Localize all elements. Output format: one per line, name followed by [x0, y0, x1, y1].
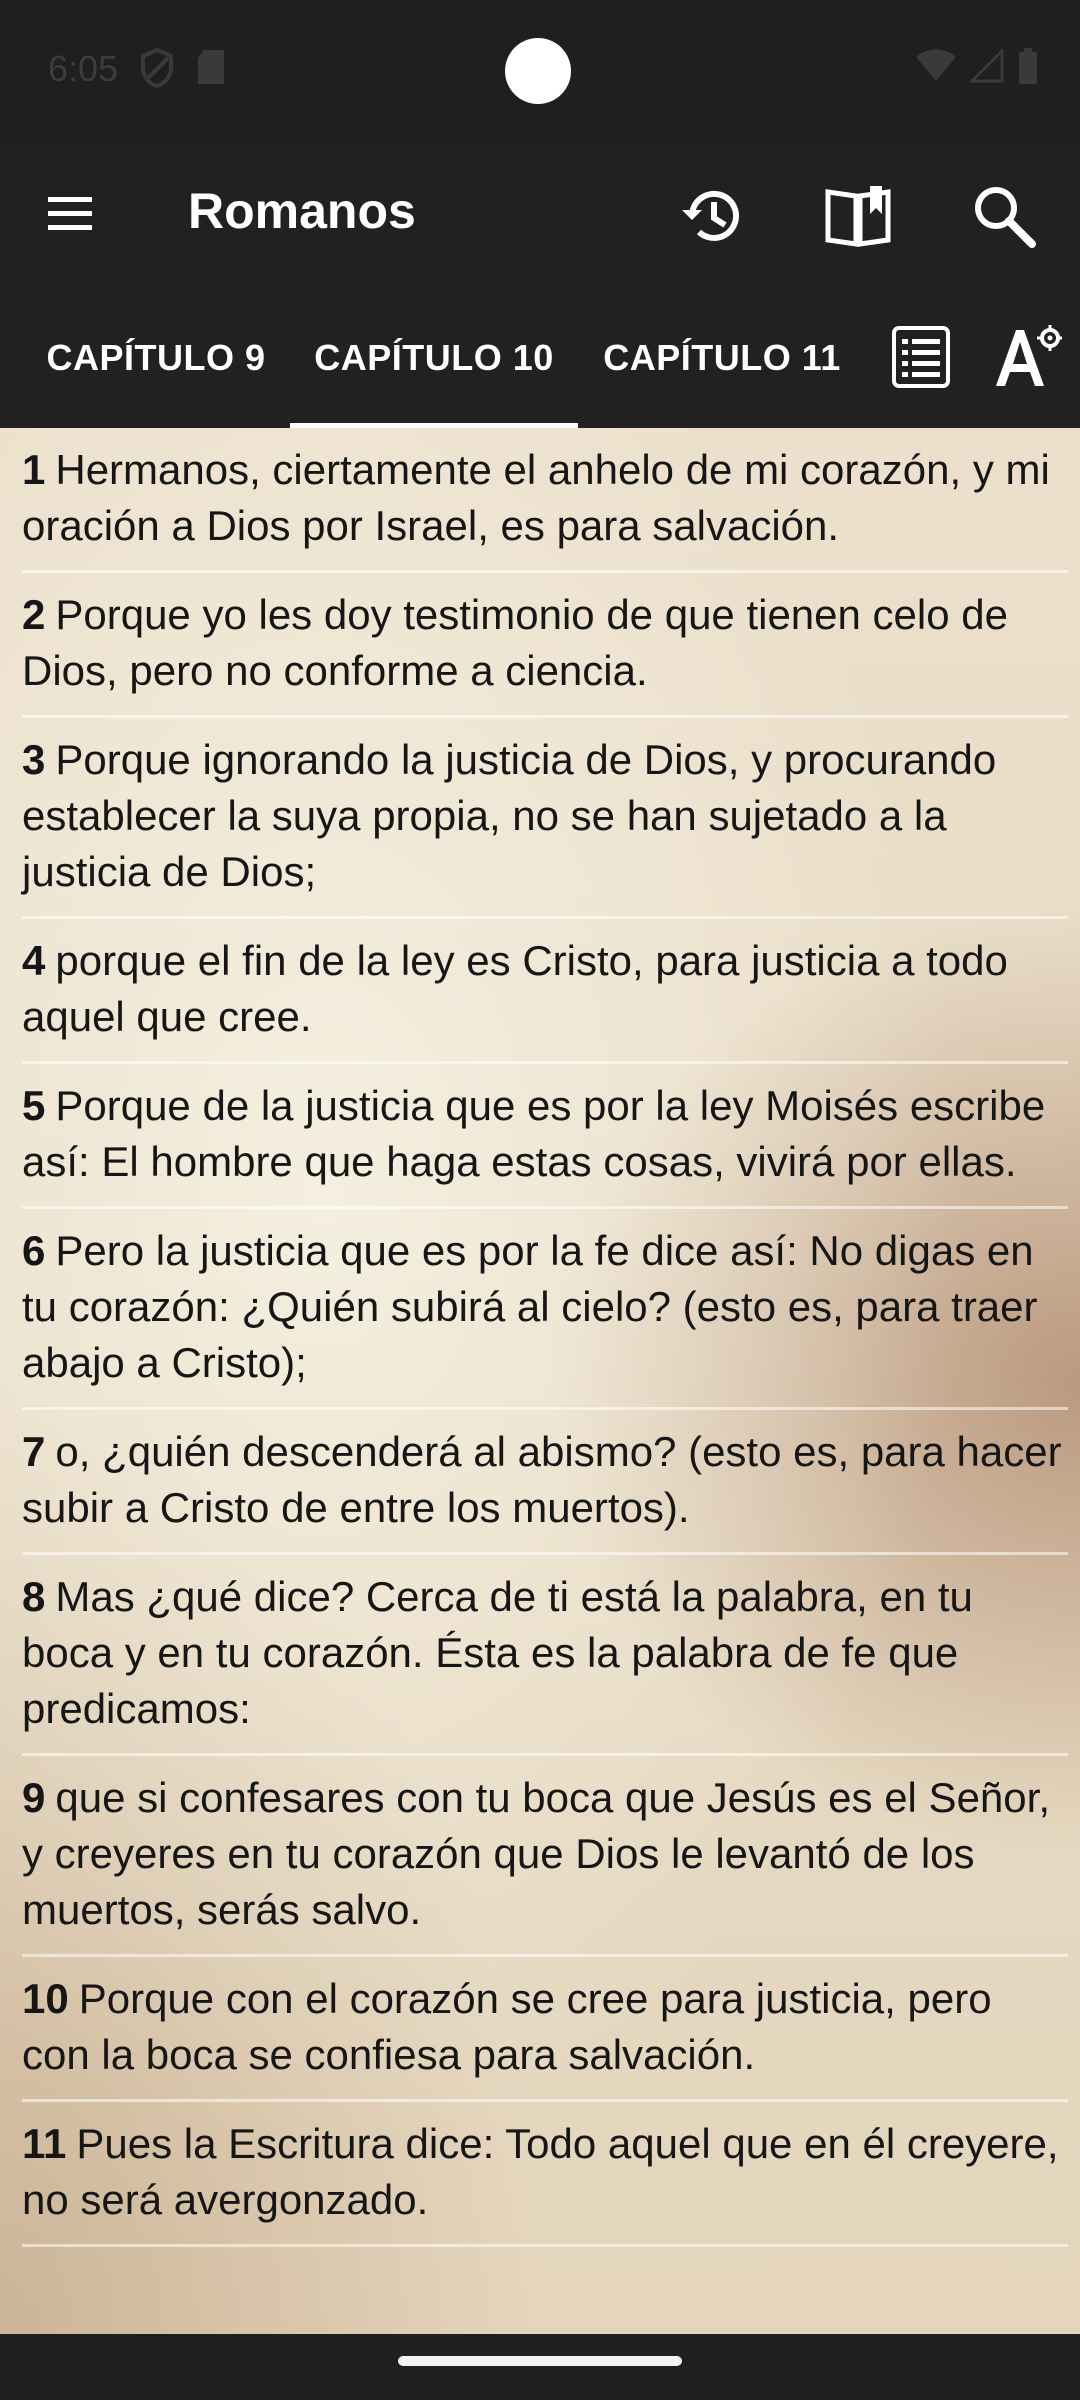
verse-text: Pero la justicia que es por la fe dice a… — [22, 1227, 1038, 1386]
verse-8[interactable]: 8 Mas ¿qué dice? Cerca de ti está la pala… — [22, 1555, 1068, 1756]
verse-text: Pues la Escritura dice: Todo aquel que e… — [22, 2120, 1059, 2223]
verse-text: o, ¿quién descenderá al abismo? (esto es… — [22, 1428, 1062, 1531]
history-button[interactable] — [676, 180, 748, 252]
camera-cutout — [505, 38, 571, 104]
verse-text: Porque yo les doy testimonio de que tien… — [22, 591, 1008, 694]
tab-chapter-9[interactable]: CAPÍTULO 9 — [18, 288, 294, 428]
verse-text: Porque ignorando la justicia de Dios, y … — [22, 736, 997, 895]
verse-5[interactable]: 5 Porque de la justicia que es por la ley… — [22, 1064, 1068, 1209]
verse-number: 9 — [22, 1774, 46, 1821]
list-icon — [892, 326, 950, 388]
book-icon — [825, 186, 891, 247]
chapter-tabs: CAPÍTULO 9 CAPÍTULO 10 CAPÍTULO 11 — [0, 288, 1080, 428]
verse-text: que si confesares con tu boca que Jesús … — [22, 1774, 1050, 1933]
tab-label: CAPÍTULO 11 — [603, 337, 841, 378]
menu-button[interactable] — [40, 184, 100, 244]
page-title: Romanos — [188, 183, 416, 239]
menu-icon — [48, 197, 92, 230]
wifi-icon — [916, 49, 956, 81]
verse-9[interactable]: 9 que si confesares con tu boca que Jesús… — [22, 1756, 1068, 1957]
verse-7[interactable]: 7 o, ¿quién descenderá al abismo? (esto e… — [22, 1410, 1068, 1555]
sd-card-icon — [198, 50, 224, 84]
verse-number: 1 — [22, 446, 46, 493]
verse-number: 4 — [22, 937, 46, 984]
shield-icon — [141, 48, 173, 88]
verse-number: 10 — [22, 1975, 69, 2022]
status-bar: 6:05 — [0, 0, 1080, 140]
verse-11[interactable]: 11 Pues la Escritura dice: Todo aquel que… — [22, 2102, 1068, 2247]
font-settings-icon — [996, 325, 1063, 386]
verse-text: Porque de la justicia que es por la ley … — [22, 1082, 1046, 1185]
chapter-content[interactable]: 1 Hermanos, ciertamente el anhelo de mi c… — [0, 428, 1080, 2334]
verse-number: 2 — [22, 591, 46, 638]
verse-number: 11 — [22, 2120, 67, 2167]
font-settings-button[interactable] — [992, 322, 1063, 392]
signal-icon — [970, 49, 1004, 83]
app-toolbar: Romanos — [0, 140, 1080, 288]
verse-2[interactable]: 2 Porque yo les doy testimonio de que tie… — [22, 573, 1068, 718]
verse-text: Hermanos, ciertamente el anhelo de mi co… — [22, 446, 1050, 549]
status-time: 6:05 — [48, 48, 119, 89]
verse-6[interactable]: 6 Pero la justicia que es por la fe dice … — [22, 1209, 1068, 1410]
verse-10[interactable]: 10 Porque con el corazón se cree para jus… — [22, 1957, 1068, 2102]
verse-3[interactable]: 3 Porque ignorando la justicia de Dios, y… — [22, 718, 1068, 919]
chapter-list-button[interactable] — [890, 324, 952, 390]
search-icon — [975, 187, 1036, 248]
verse-text: porque el fin de la ley es Cristo, para … — [22, 937, 1008, 1040]
battery-icon — [1019, 48, 1037, 84]
verse-number: 7 — [22, 1428, 46, 1475]
books-button[interactable] — [822, 180, 894, 252]
verse-number: 3 — [22, 736, 46, 783]
history-icon — [682, 190, 739, 241]
tab-label: CAPÍTULO 9 — [46, 337, 266, 378]
verse-1[interactable]: 1 Hermanos, ciertamente el anhelo de mi c… — [22, 428, 1068, 573]
verse-text: Mas ¿qué dice? Cerca de ti está la palab… — [22, 1573, 973, 1732]
tab-label: CAPÍTULO 10 — [314, 337, 554, 378]
home-gesture-handle[interactable] — [398, 2356, 682, 2366]
system-nav-bar — [0, 2334, 1080, 2400]
verse-text: Porque con el corazón se cree para justi… — [22, 1975, 992, 2078]
tab-chapter-10[interactable]: CAPÍTULO 10 — [290, 288, 578, 428]
tab-chapter-11[interactable]: CAPÍTULO 11 — [578, 288, 866, 428]
verse-4[interactable]: 4 porque el fin de la ley es Cristo, para… — [22, 919, 1068, 1064]
search-button[interactable] — [968, 180, 1040, 252]
verse-number: 5 — [22, 1082, 46, 1129]
verse-number: 8 — [22, 1573, 46, 1620]
verse-number: 6 — [22, 1227, 46, 1274]
